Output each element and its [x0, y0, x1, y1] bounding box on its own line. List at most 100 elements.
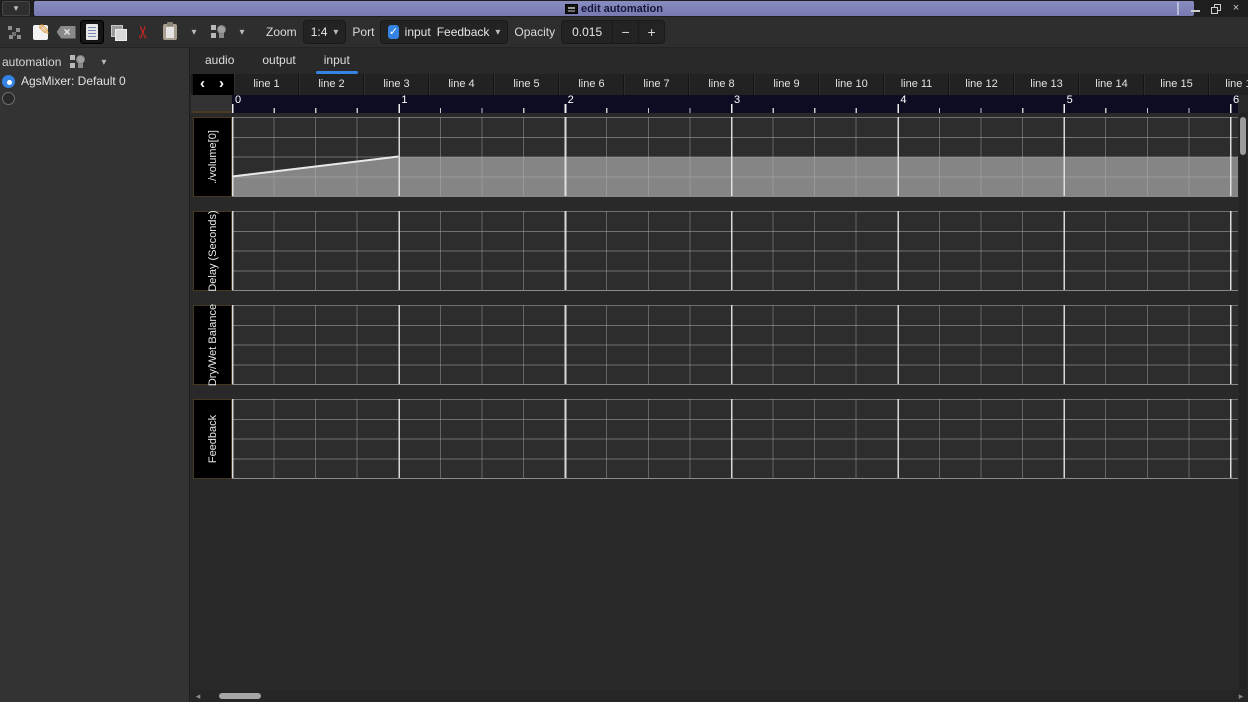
line-tab[interactable]: line 3	[364, 74, 429, 95]
ruler-number: 1	[401, 94, 407, 106]
zoom-label: Zoom	[266, 25, 297, 39]
automation-track: Dry/Wet Balance	[193, 305, 1238, 385]
cut-button[interactable]: ✂	[132, 20, 156, 44]
window-controls: ×	[1177, 0, 1246, 17]
track-grid-area[interactable]	[232, 399, 1238, 479]
line-tab[interactable]: line 4	[429, 74, 494, 95]
channel-tabs: audiooutputinput	[191, 48, 364, 74]
titlebar: ▾ edit automation ×	[0, 0, 1248, 17]
opacity-value[interactable]: 0.015	[562, 25, 612, 39]
chevron-down-icon[interactable]: ▾	[101, 57, 106, 68]
machine-radio-list: AgsMixer: Default 0	[0, 72, 189, 107]
tab-output[interactable]: output	[248, 48, 309, 74]
scrollbar-left-arrow-icon[interactable]: ◂	[191, 690, 205, 702]
eraser-icon	[57, 26, 76, 39]
titlebar-drag-area[interactable]: edit automation	[34, 1, 1194, 16]
tab-audio[interactable]: audio	[191, 48, 248, 74]
horizontal-scrollbar[interactable]: ◂ ▸	[191, 690, 1248, 702]
opacity-increment-button[interactable]: +	[638, 21, 664, 43]
line-tab[interactable]: line 10	[819, 74, 884, 95]
opacity-spinbutton: 0.015 − +	[561, 20, 665, 44]
track-grid-area[interactable]	[232, 305, 1238, 385]
track-grid-area[interactable]	[232, 211, 1238, 291]
copy-icon	[110, 24, 126, 40]
line-tab[interactable]: line 16	[1209, 74, 1248, 95]
sidebar-header: automation ▾	[0, 48, 189, 72]
app-icon	[565, 4, 578, 14]
tool-kit-icon	[69, 54, 85, 70]
port-name: Feedback	[437, 25, 490, 39]
line-tab[interactable]: line 9	[754, 74, 819, 95]
automation-editor: audiooutputinput ‹ › line 1line 2line 3l…	[191, 48, 1248, 702]
zoom-combobox[interactable]: 1:4 ▾	[303, 20, 347, 44]
scrollbar-right-arrow-icon[interactable]: ▸	[1234, 690, 1248, 702]
line-tab-row: ‹ › line 1line 2line 3line 4line 5line 6…	[191, 74, 1248, 95]
document-select-icon	[86, 24, 98, 40]
timeline-ruler: 0123456	[232, 95, 1238, 113]
port-combobox[interactable]: ✓ input Feedback ▾	[380, 20, 508, 44]
edit-button[interactable]	[28, 20, 52, 44]
select-button[interactable]	[80, 20, 104, 44]
line-tab[interactable]: line 5	[494, 74, 559, 95]
track-label: Dry/Wet Balance	[193, 305, 232, 385]
machine-radio[interactable]	[2, 75, 15, 88]
line-tab[interactable]: line 15	[1144, 74, 1209, 95]
clear-button[interactable]	[54, 20, 78, 44]
vertical-scrollbar[interactable]	[1239, 113, 1247, 689]
line-tab[interactable]: line 13	[1014, 74, 1079, 95]
scissors-icon: ✂	[136, 25, 152, 39]
line-tab[interactable]: line 8	[689, 74, 754, 95]
track-grid-area[interactable]	[232, 117, 1238, 197]
grid-lines	[232, 399, 1238, 478]
close-button[interactable]: ×	[1229, 2, 1243, 15]
automation-curve-line[interactable]	[232, 117, 1238, 197]
line-tab[interactable]: line 11	[884, 74, 949, 95]
tool-menu-caret[interactable]: ▾	[236, 27, 248, 38]
port-checkbox[interactable]: ✓	[388, 25, 398, 39]
tab-input[interactable]: input	[310, 48, 364, 74]
window-menu-button[interactable]: ▾	[2, 1, 30, 16]
line-tabs: line 1line 2line 3line 4line 5line 6line…	[234, 74, 1248, 95]
position-cursor-icon	[7, 25, 21, 39]
line-tab[interactable]: line 12	[949, 74, 1014, 95]
paste-menu-caret[interactable]: ▾	[188, 27, 200, 38]
automation-track: Delay (Seconds)	[193, 211, 1238, 291]
line-tab[interactable]: line 7	[624, 74, 689, 95]
line-tab[interactable]: line 14	[1079, 74, 1144, 95]
machine-radio-row: AgsMixer: Default 0	[0, 72, 189, 90]
automation-tracks: ./volume[0] Delay (Seconds) Dry/Wet Balanc…	[191, 48, 1248, 702]
scroll-left-button[interactable]: ‹	[193, 74, 212, 95]
port-label: Port	[352, 25, 374, 39]
track-label: Delay (Seconds)	[193, 211, 232, 291]
copy-button[interactable]	[106, 20, 130, 44]
paste-button[interactable]	[158, 20, 182, 44]
opacity-decrement-button[interactable]: −	[612, 21, 638, 43]
vertical-scrollbar-thumb[interactable]	[1240, 117, 1246, 155]
line-nav: ‹ ›	[193, 74, 234, 95]
opacity-label: Opacity	[514, 25, 555, 39]
window-title: edit automation	[581, 3, 663, 15]
maximize-button[interactable]	[1209, 2, 1223, 15]
position-cursor-button[interactable]	[2, 20, 26, 44]
horizontal-scrollbar-track[interactable]	[205, 690, 1234, 702]
machine-label: AgsMixer: Default 0	[21, 74, 126, 88]
pencil-icon	[33, 25, 48, 40]
line-tab[interactable]: line 1	[234, 74, 299, 95]
ruler-number: 2	[568, 94, 574, 106]
minimize-button[interactable]	[1189, 2, 1203, 15]
machine-radio[interactable]	[2, 92, 15, 105]
horizontal-scrollbar-thumb[interactable]	[219, 693, 261, 699]
ruler-number: 4	[900, 94, 906, 106]
ruler-row: 0123456	[191, 95, 1248, 113]
ruler-corner	[191, 95, 232, 113]
scroll-right-button[interactable]: ›	[212, 74, 231, 95]
line-tab[interactable]: line 6	[559, 74, 624, 95]
machine-radio-row	[0, 90, 189, 107]
track-label-text: ./volume[0]	[207, 130, 219, 184]
track-label-text: Feedback	[207, 415, 219, 463]
machine-sidebar: automation ▾ AgsMixer: Default 0	[0, 48, 190, 702]
grid-lines	[232, 211, 1238, 290]
line-tab[interactable]: line 2	[299, 74, 364, 95]
tool-popup-button[interactable]	[206, 20, 230, 44]
automation-toolbar: ✂ ▾ ▾ Zoom 1:4 ▾ Port ✓ input Feedback ▾…	[0, 17, 1248, 48]
